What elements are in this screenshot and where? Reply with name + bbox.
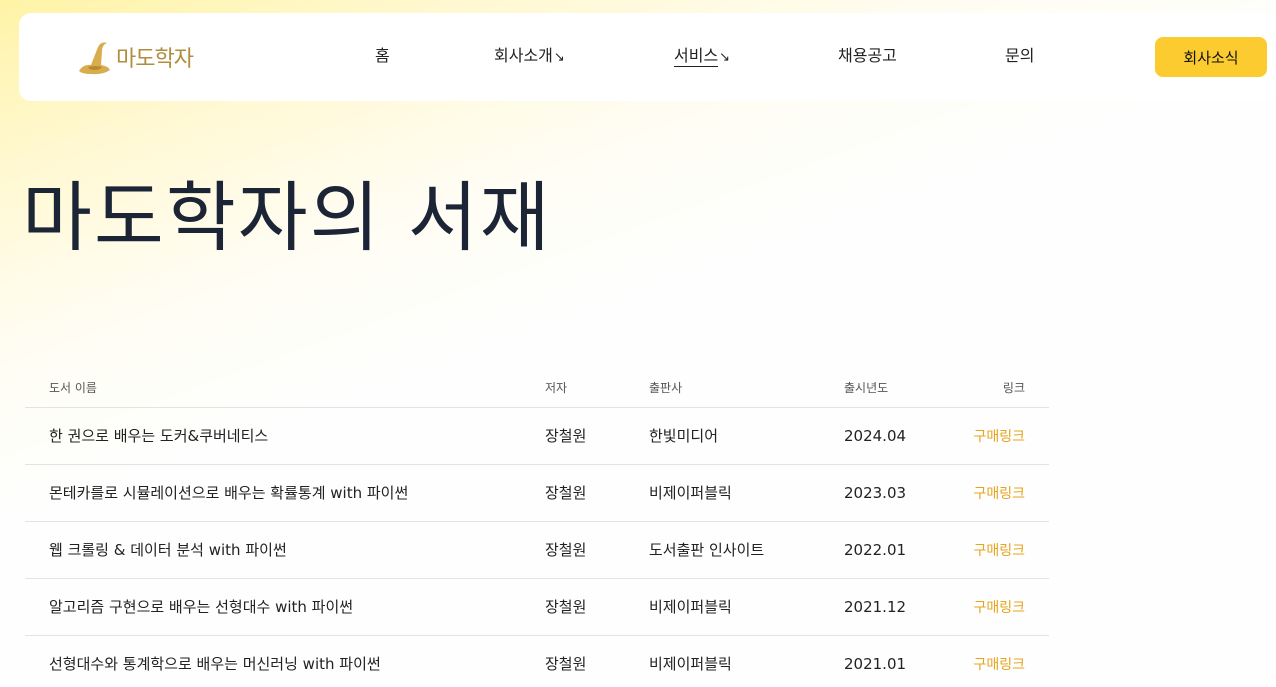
brand-name: 마도학자 xyxy=(116,47,194,72)
buy-link[interactable]: 구매링크 xyxy=(973,543,1025,559)
header-author: 저자 xyxy=(545,368,649,408)
header-link: 링크 xyxy=(954,368,1049,408)
nav-contact[interactable]: 문의 xyxy=(1005,45,1034,67)
buy-link[interactable]: 구매링크 xyxy=(973,657,1025,673)
book-publisher: 비제이퍼블릭 xyxy=(649,464,844,522)
buy-link[interactable]: 구매링크 xyxy=(973,486,1025,502)
table-row: 웹 크롤링 & 데이터 분석 with 파이썬 장철원 도서출판 인사이트 20… xyxy=(25,521,1049,579)
book-publisher: 한빛미디어 xyxy=(649,407,844,465)
company-news-button[interactable]: 회사소식 xyxy=(1155,37,1267,77)
book-title: 한 권으로 배우는 도커&쿠버네티스 xyxy=(25,407,545,465)
book-publisher: 도서출판 인사이트 xyxy=(649,521,844,579)
table-row: 선형대수와 통계학으로 배우는 머신러닝 with 파이썬 장철원 비제이퍼블릭… xyxy=(25,635,1049,687)
header-year: 출시년도 xyxy=(844,368,954,408)
wizard-hat-icon xyxy=(79,42,110,75)
book-link-cell: 구매링크 xyxy=(954,635,1049,687)
table-row: 한 권으로 배우는 도커&쿠버네티스 장철원 한빛미디어 2024.04 구매링… xyxy=(25,407,1049,465)
nav-home[interactable]: 홈 xyxy=(375,45,390,67)
book-title: 알고리즘 구현으로 배우는 선형대수 with 파이썬 xyxy=(25,578,545,636)
nav-services-label: 서비스 xyxy=(674,46,719,67)
book-year: 2021.12 xyxy=(844,578,954,636)
book-year: 2023.03 xyxy=(844,464,954,522)
book-publisher: 비제이퍼블릭 xyxy=(649,578,844,636)
nav-company[interactable]: 회사소개↘ xyxy=(494,45,565,69)
book-publisher: 비제이퍼블릭 xyxy=(649,635,844,687)
book-author: 장철원 xyxy=(545,635,649,687)
book-title: 몬테카를로 시뮬레이션으로 배우는 확률통계 with 파이썬 xyxy=(25,464,545,522)
book-year: 2024.04 xyxy=(844,407,954,465)
brand-logo[interactable]: 마도학자 xyxy=(75,37,194,77)
table-row: 알고리즘 구현으로 배우는 선형대수 with 파이썬 장철원 비제이퍼블릭 2… xyxy=(25,578,1049,636)
table-row: 몬테카를로 시뮬레이션으로 배우는 확률통계 with 파이썬 장철원 비제이퍼… xyxy=(25,464,1049,522)
arrow-down-right-icon: ↘ xyxy=(719,50,731,65)
nav-home-label: 홈 xyxy=(375,46,390,65)
book-title: 선형대수와 통계학으로 배우는 머신러닝 with 파이썬 xyxy=(25,635,545,687)
book-author: 장철원 xyxy=(545,464,649,522)
books-table: 도서 이름 저자 출판사 출시년도 링크 한 권으로 배우는 도커&쿠버네티스 … xyxy=(25,368,1049,687)
header-publisher: 출판사 xyxy=(649,368,844,408)
arrow-down-right-icon: ↘ xyxy=(553,50,565,65)
book-author: 장철원 xyxy=(545,578,649,636)
nav-careers[interactable]: 채용공고 xyxy=(838,45,897,67)
nav-careers-label: 채용공고 xyxy=(838,46,897,65)
book-author: 장철원 xyxy=(545,407,649,465)
table-header-row: 도서 이름 저자 출판사 출시년도 링크 xyxy=(25,368,1049,408)
book-link-cell: 구매링크 xyxy=(954,521,1049,579)
book-author: 장철원 xyxy=(545,521,649,579)
nav-company-label: 회사소개 xyxy=(494,46,553,65)
book-link-cell: 구매링크 xyxy=(954,578,1049,636)
book-title: 웹 크롤링 & 데이터 분석 with 파이썬 xyxy=(25,521,545,579)
page-title: 마도학자의 서재 xyxy=(22,173,552,262)
book-year: 2022.01 xyxy=(844,521,954,579)
header-title: 도서 이름 xyxy=(25,368,545,408)
nav-contact-label: 문의 xyxy=(1005,46,1035,65)
book-year: 2021.01 xyxy=(844,635,954,687)
nav-services[interactable]: 서비스↘ xyxy=(674,45,730,69)
buy-link[interactable]: 구매링크 xyxy=(973,600,1025,616)
buy-link[interactable]: 구매링크 xyxy=(973,429,1025,445)
book-link-cell: 구매링크 xyxy=(954,464,1049,522)
top-navbar: 마도학자 홈 회사소개↘ 서비스↘ 채용공고 문의 회사소식 xyxy=(19,13,1276,101)
book-link-cell: 구매링크 xyxy=(954,407,1049,465)
